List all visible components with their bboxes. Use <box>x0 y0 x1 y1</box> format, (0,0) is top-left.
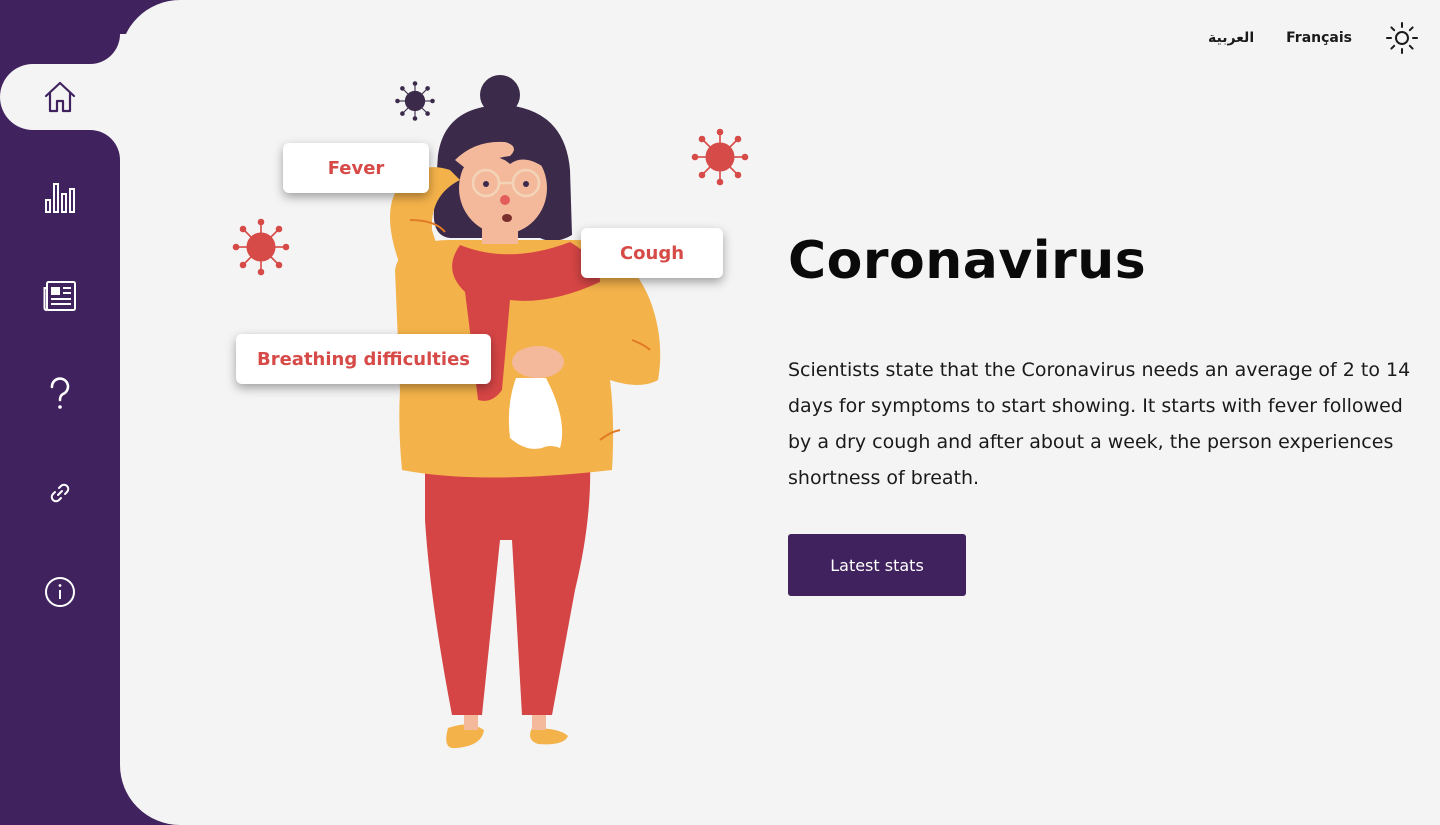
home-icon <box>44 81 76 113</box>
nav-news[interactable] <box>0 263 120 329</box>
latest-stats-button[interactable]: Latest stats <box>788 534 966 597</box>
bar-chart-icon <box>45 183 75 213</box>
link-icon <box>50 483 70 503</box>
topbar: العربية Français <box>1208 20 1420 56</box>
nav-links[interactable] <box>0 460 120 526</box>
symptom-fever-card: Fever <box>283 143 429 193</box>
symptom-cough-card: Cough <box>581 228 723 278</box>
lang-french-link[interactable]: Français <box>1286 30 1352 46</box>
page-description: Scientists state that the Coronavirus ne… <box>788 359 1411 490</box>
virus-red-right <box>691 128 749 186</box>
theme-toggle-button[interactable] <box>1384 20 1420 56</box>
sick-person-illustration: Fever Cough Breathing difficulties <box>220 60 780 760</box>
nav-faq[interactable] <box>0 361 120 427</box>
lang-arabic-link[interactable]: العربية <box>1208 30 1254 46</box>
sidebar <box>0 0 120 825</box>
nav-stats[interactable] <box>0 164 120 230</box>
nav-about[interactable] <box>0 559 120 625</box>
nav-home[interactable] <box>0 64 120 130</box>
question-icon <box>50 377 70 409</box>
main-panel: العربية Français Fever Cough Breathing d… <box>120 0 1440 825</box>
virus-red-left <box>232 218 290 276</box>
sun-icon <box>1386 22 1418 54</box>
page-title: Coronavirus <box>788 231 1147 291</box>
virus-dark-top <box>395 81 435 121</box>
symptom-breathing-card: Breathing difficulties <box>236 334 491 384</box>
hero-content: Coronavirus Scientists state that the Co… <box>788 230 1428 597</box>
info-icon <box>45 577 75 607</box>
newspaper-icon <box>43 281 76 312</box>
